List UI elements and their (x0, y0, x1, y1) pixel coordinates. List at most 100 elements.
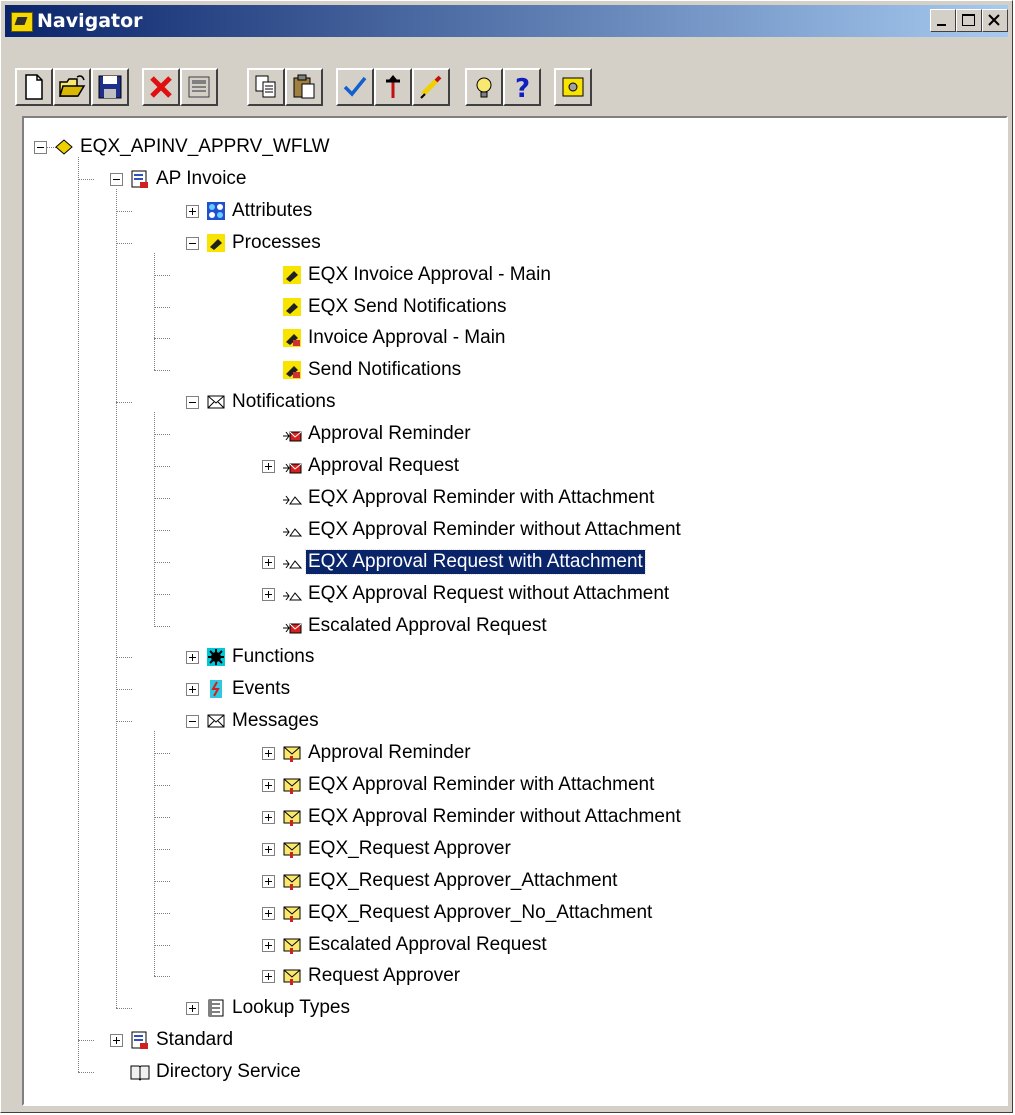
tree-node-directory-service[interactable]: Directory Service (62, 1057, 962, 1087)
tree-node-label: Events (232, 678, 291, 700)
expand-icon[interactable] (262, 747, 275, 761)
tree-node-message-3[interactable]: EQX_Request Approver (138, 834, 1006, 864)
navigator-window: Navigator ? EQX_APINV_APPRV_WFLW AP Invo… (0, 0, 1013, 1113)
delete-icon (150, 76, 172, 98)
message-icon (282, 903, 302, 923)
minimize-button[interactable] (930, 9, 956, 32)
open-icon (58, 75, 86, 97)
doc-icon (130, 1030, 150, 1050)
properties-icon (188, 76, 210, 98)
tree-node-message-5[interactable]: EQX_Request Approver_No_Attachment (138, 898, 1006, 928)
navigator-tree[interactable]: EQX_APINV_APPRV_WFLW AP Invoice Attributes… (22, 116, 1008, 1106)
expand-icon[interactable] (262, 779, 275, 792)
tree-node-message-1[interactable]: EQX Approval Reminder with Attachment (138, 770, 1006, 800)
tree-node-label: EQX_Request Approver (308, 837, 511, 859)
book-icon (130, 1062, 150, 1082)
tree-node-message-6[interactable]: Escalated Approval Request (138, 930, 1006, 960)
tree-node-lookup-types[interactable]: Lookup Types (100, 993, 1000, 1023)
save-button[interactable] (91, 68, 129, 106)
expand-icon[interactable] (186, 1002, 199, 1016)
svg-text:?: ? (515, 74, 530, 102)
tree-node-process-0[interactable]: EQX Invoice Approval - Main (138, 260, 1006, 290)
tree-node-root[interactable]: EQX_APINV_APPRV_WFLW (24, 132, 924, 162)
expand-icon[interactable] (262, 938, 275, 952)
expand-icon[interactable] (262, 906, 275, 920)
tree-node-process-2[interactable]: Invoice Approval - Main (138, 323, 1006, 353)
tree-node-notification-3[interactable]: EQX Approval Reminder without Attachment (138, 515, 1006, 545)
expand-icon[interactable] (186, 651, 199, 665)
tree-node-notification-1[interactable]: Approval Request (138, 451, 1006, 481)
close-button[interactable] (982, 9, 1008, 32)
maximize-button[interactable] (956, 9, 982, 32)
expand-icon[interactable] (262, 460, 275, 473)
tree-node-standard[interactable]: Standard (62, 1025, 962, 1055)
tree-node-label: Approval Request (308, 455, 460, 476)
expand-icon[interactable] (186, 204, 199, 218)
collapse-icon[interactable] (186, 236, 199, 250)
expand-icon[interactable] (262, 810, 275, 824)
tree-node-label: Approval Reminder (308, 742, 471, 764)
tree-node-notification-2[interactable]: EQX Approval Reminder with Attachment (138, 483, 1006, 513)
paste-button[interactable] (285, 68, 323, 106)
collapse-icon[interactable] (110, 172, 123, 186)
verify-button[interactable] (336, 68, 374, 106)
tree-node-events[interactable]: Events (100, 674, 1000, 704)
notif2-icon (282, 520, 303, 540)
tree-node-messages[interactable]: Messages (100, 706, 1000, 736)
new-button[interactable] (15, 68, 53, 106)
collapse-icon[interactable] (186, 715, 199, 729)
tree-node-label: EQX Approval Request without Attachment (308, 582, 670, 604)
expand-icon[interactable] (262, 587, 275, 601)
tree-node-label: Directory Service (156, 1061, 301, 1083)
collapse-icon[interactable] (34, 141, 47, 154)
tree-node-label: Functions (232, 646, 315, 668)
tree-node-label: EQX_Request Approver_No_Attachment (308, 901, 653, 923)
message-icon (282, 839, 302, 859)
tree-node-notification-4[interactable]: EQX Approval Request with Attachment (138, 547, 1006, 577)
tree-node-notifications[interactable]: Notifications (100, 387, 1000, 417)
tree-node-attributes[interactable]: Attributes (100, 196, 1000, 226)
tree-node-label: Processes (232, 231, 321, 253)
tree-node-label: Notifications (232, 391, 336, 413)
tree-node-functions[interactable]: Functions (100, 642, 1000, 672)
delete-button[interactable] (142, 68, 180, 106)
expand-icon[interactable] (186, 683, 199, 697)
window-title: Navigator (37, 10, 143, 32)
tree-node-notification-0[interactable]: Approval Reminder (138, 419, 1006, 449)
tree-node-notification-5[interactable]: EQX Approval Request without Attachment (138, 579, 1006, 609)
expand-icon[interactable] (262, 874, 275, 888)
copy-button[interactable] (247, 68, 285, 106)
open-button[interactable] (53, 68, 91, 106)
tree-node-label: Escalated Approval Request (308, 614, 547, 636)
quick-start-button[interactable] (554, 68, 592, 106)
push-icon (386, 75, 400, 98)
message-icon (282, 775, 302, 795)
new-icon (25, 74, 43, 100)
message-icon (282, 871, 302, 891)
process-icon (206, 233, 226, 253)
expand-icon[interactable] (262, 842, 275, 856)
collapse-icon[interactable] (186, 396, 199, 410)
tree-node-message-2[interactable]: EQX Approval Reminder without Attachment (138, 802, 1006, 832)
expand-icon[interactable] (110, 1034, 123, 1048)
highlight-button[interactable] (412, 68, 450, 106)
expand-icon[interactable] (262, 970, 275, 984)
title-bar[interactable]: Navigator (5, 5, 1008, 37)
tree-node-process-3[interactable]: Send Notifications (138, 355, 1006, 385)
verify-icon (343, 76, 367, 97)
push-button[interactable] (374, 68, 412, 106)
help-icon: ? (515, 74, 530, 102)
event-icon (206, 679, 226, 699)
tip-button[interactable] (465, 68, 503, 106)
properties-button[interactable] (180, 68, 218, 106)
tree-node-ap-invoice[interactable]: AP Invoice (62, 164, 962, 194)
tree-node-processes[interactable]: Processes (100, 228, 1000, 258)
expand-icon[interactable] (262, 555, 275, 569)
toolbar: ? (5, 41, 1008, 111)
tree-node-message-7[interactable]: Request Approver (138, 961, 1006, 991)
tree-node-message-0[interactable]: Approval Reminder (138, 738, 1006, 768)
tree-node-notification-6[interactable]: Escalated Approval Request (138, 611, 1006, 641)
tree-node-process-1[interactable]: EQX Send Notifications (138, 292, 1006, 322)
tree-node-message-4[interactable]: EQX_Request Approver_Attachment (138, 866, 1006, 896)
help-button[interactable]: ? (503, 68, 541, 106)
